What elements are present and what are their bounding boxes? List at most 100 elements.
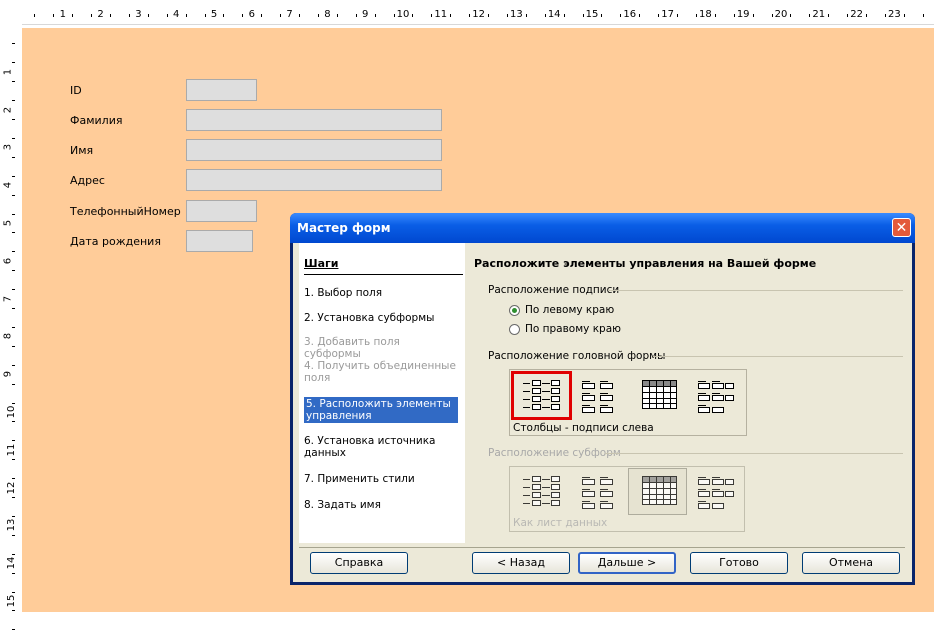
ruler-number: 5 [2,219,14,227]
ruler-number: 1 [59,9,66,20]
ruler-tick [355,14,357,17]
ruler-tick [12,326,15,328]
columns-labels-left-icon[interactable] [517,376,565,416]
form-wizard-dialog: Мастер форм ✕ Шаги 1. Выбор поля 2. Уста… [290,213,915,585]
ruler-tick [12,478,15,480]
ruler-tick [695,14,697,17]
ruler-tick [12,232,15,234]
field-control-surname[interactable] [186,109,442,131]
steps-header: Шаги [304,257,339,270]
ruler-number: 5 [210,9,218,20]
ruler-tick [12,43,15,45]
step-subform[interactable]: 2. Установка субформы [304,312,459,324]
ruler-tick [12,156,15,158]
close-icon[interactable]: ✕ [892,218,911,237]
radio-left-align-label[interactable]: По левому краю [525,304,614,316]
ruler-tick [639,14,641,17]
ruler-tick [12,194,15,196]
step-apply-styles[interactable]: 7. Применить стили [304,473,459,485]
ruler-tick [733,14,735,17]
columns-labels-top-icon[interactable] [574,472,622,512]
ruler-number: 3 [2,144,14,151]
step-select-fields[interactable]: 1. Выбор поля [304,287,459,299]
ruler-number: 4 [2,182,14,189]
ruler-tick [12,251,15,253]
cancel-button[interactable]: Отмена [802,552,900,574]
field-control-name[interactable] [186,139,442,161]
ruler-tick [620,14,622,17]
field-label-id: ID [70,84,82,97]
ruler-number: 21 [812,9,826,20]
horizontal-ruler[interactable]: 1 2 3 4 5 6 7 8 9 10 11 12 13 14 15 16 17 18 19 20 21 22 23 [0,0,934,28]
ruler-tick [12,402,15,404]
ruler-tick [280,14,282,17]
ruler-tick [488,14,490,17]
main-layout-header: Расположение головной формы [488,350,666,362]
ruler-tick [12,119,15,121]
finish-button[interactable]: Готово [690,552,788,574]
ruler-tick [450,14,452,17]
blocks-labels-top-icon[interactable] [692,472,740,512]
ruler-number: 15 [585,9,599,20]
dialog-client: Шаги 1. Выбор поля 2. Установка субформы… [293,243,912,582]
ruler-tick [658,14,660,17]
ruler-tick [12,459,15,461]
ruler-tick [166,14,168,17]
ruler-number: 12 [472,9,485,20]
field-label-surname: Фамилия [70,114,123,127]
back-button[interactable]: < Назад [472,552,570,574]
ruler-tick [809,14,811,17]
ruler-tick [12,591,15,593]
ruler-tick [12,383,15,385]
field-control-phone[interactable] [186,200,257,222]
ruler-tick [147,14,149,17]
step-arrange-controls[interactable]: 5. Расположить элементы управления [304,397,458,423]
content-panel: Расположите элементы управления на Вашей… [465,243,912,543]
field-control-id[interactable] [186,79,257,101]
ruler-number: 6 [2,257,14,264]
ruler-number: 11 [434,9,448,20]
ruler-tick [866,14,868,17]
ruler-number: 3 [135,9,142,20]
ruler-number: 15 [5,594,17,608]
step-set-name[interactable]: 8. Задать имя [304,499,459,511]
ruler-tick [53,14,55,17]
vertical-ruler[interactable]: 1 2 3 4 5 6 7 8 9 10 11 12 13 14 15 [0,28,22,630]
sub-layout-box: Как лист данных [509,466,745,532]
dialog-titlebar[interactable]: Мастер форм ✕ [290,213,915,243]
ruler-tick [544,14,546,17]
ruler-tick [12,213,15,215]
columns-labels-top-icon[interactable] [574,376,622,416]
field-control-birthdate[interactable] [186,230,253,252]
label-placement-header: Расположение подписи [488,284,620,296]
ruler-tick [601,14,603,17]
help-button[interactable]: Справка [310,552,408,574]
step-subform-fields[interactable]: 3. Добавить поля субформы [304,336,459,360]
ruler-tick [752,14,754,17]
ruler-number: 1 [2,68,14,75]
blocks-labels-top-icon[interactable] [692,376,740,416]
ruler-tick [12,553,15,555]
radio-right-align-label[interactable]: По правому краю [525,323,621,335]
field-label-name: Имя [70,144,94,157]
ruler-tick [12,308,15,310]
ruler-number: 8 [324,9,331,20]
datasheet-icon[interactable] [634,472,682,512]
ruler-tick [374,14,376,17]
radio-right-align[interactable] [509,324,520,335]
ruler-tick [12,440,15,442]
step-joined-fields[interactable]: 4. Получить объединенные поля [304,360,459,384]
ruler-number: 23 [888,9,901,20]
step-data-source[interactable]: 6. Установка источника данных [304,435,459,459]
ruler-number: 16 [623,9,637,20]
ruler-tick [12,364,15,366]
next-button[interactable]: Дальше > [578,552,676,574]
radio-left-align[interactable] [509,305,520,316]
ruler-tick [884,14,886,17]
field-control-address[interactable] [186,169,442,191]
ruler-tick [12,534,15,536]
datasheet-icon[interactable] [634,376,682,416]
ruler-tick [12,421,15,423]
ruler-number: 14 [5,556,17,570]
columns-labels-left-icon[interactable] [517,472,565,512]
